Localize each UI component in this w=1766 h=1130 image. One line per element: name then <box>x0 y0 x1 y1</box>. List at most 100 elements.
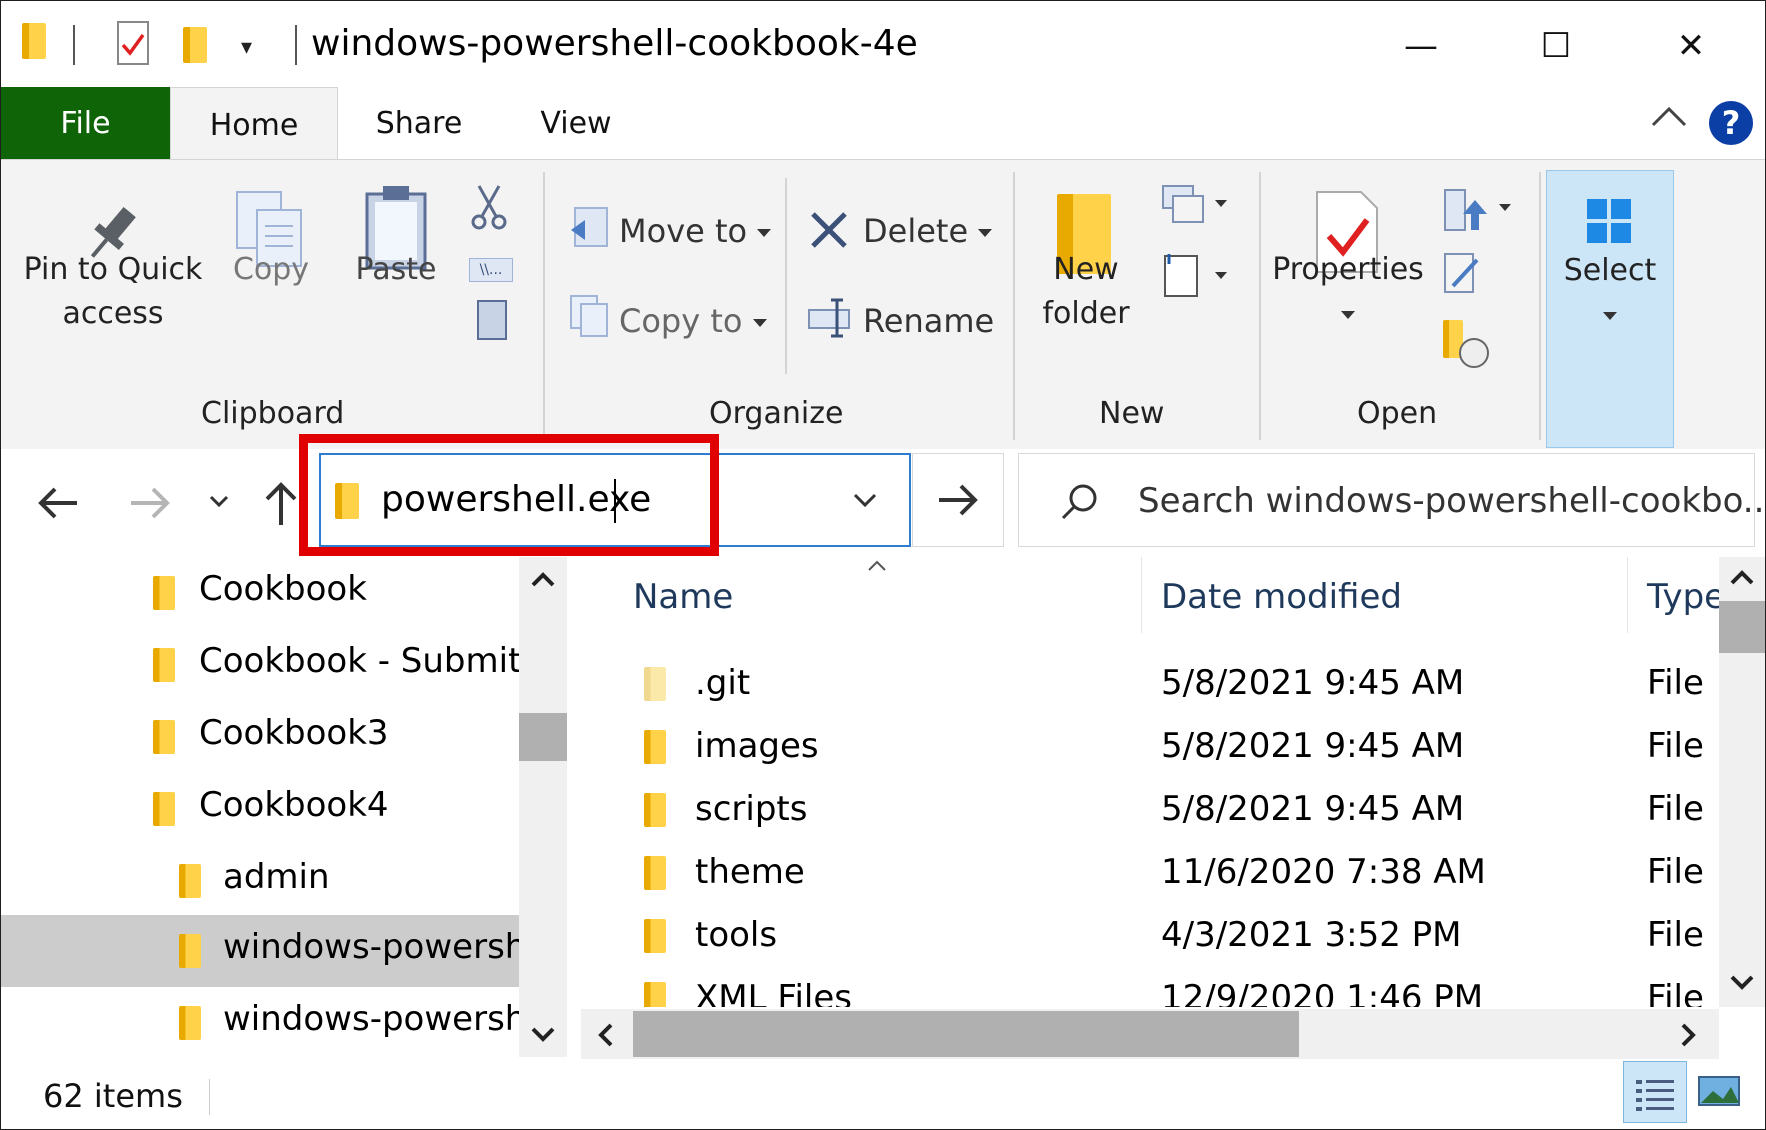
help-icon[interactable]: ? <box>1709 101 1753 145</box>
address-dropdown-icon[interactable] <box>851 491 879 511</box>
recent-locations-icon[interactable] <box>207 493 231 511</box>
file-date: 4/3/2021 3:52 PM <box>1161 915 1462 955</box>
scroll-up-icon[interactable] <box>529 569 557 589</box>
search-input[interactable]: Search windows-powershell-cookbo... <box>1138 481 1765 521</box>
tab-file[interactable]: File <box>1 87 170 159</box>
new-folder-quick-icon[interactable] <box>183 27 207 63</box>
cut-icon[interactable] <box>471 182 507 230</box>
file-list: Name Date modified Type .git 5/8/2021 9:… <box>577 557 1719 1007</box>
details-view-icon[interactable] <box>1623 1061 1687 1123</box>
clipboard-group-label: Clipboard <box>201 396 345 431</box>
separator <box>73 25 75 65</box>
up-icon[interactable] <box>263 481 299 527</box>
edit-icon[interactable] <box>1443 252 1483 296</box>
column-separator[interactable] <box>1141 557 1142 633</box>
nav-item-cookbook4[interactable]: Cookbook4 <box>1 773 521 845</box>
new-item-icon[interactable] <box>1161 184 1231 226</box>
arrow-right-icon <box>939 484 978 516</box>
status-bar <box>1 1059 1765 1129</box>
file-row[interactable]: scripts 5/8/2021 9:45 AM File <box>577 781 1719 844</box>
history-icon[interactable] <box>1443 320 1489 368</box>
nav-item-cookbook[interactable]: Cookbook <box>1 557 521 629</box>
file-row[interactable]: images 5/8/2021 9:45 AM File <box>577 718 1719 781</box>
file-name: XML Files <box>695 978 852 1007</box>
separator <box>295 25 297 65</box>
list-scroll-thumb[interactable] <box>1719 601 1765 653</box>
group-separator <box>1259 172 1261 440</box>
close-icon: ✕ <box>1676 26 1706 66</box>
file-date: 5/8/2021 9:45 AM <box>1161 789 1465 829</box>
scroll-right-icon[interactable] <box>1679 1021 1699 1049</box>
copy-to-button[interactable]: Copy to <box>619 302 767 340</box>
file-type: File <box>1647 663 1704 703</box>
new-folder-label-1: New <box>1053 252 1119 287</box>
nav-scroll-thumb[interactable] <box>519 713 567 761</box>
folder-icon <box>644 982 666 1007</box>
clock-icon <box>1459 338 1489 368</box>
rename-button[interactable]: Rename <box>863 302 994 340</box>
new-folder-button[interactable]: New folder <box>1031 248 1141 336</box>
item-count: 62 items <box>43 1077 183 1115</box>
file-type: File <box>1647 852 1704 892</box>
new-folder-label-2: folder <box>1042 296 1130 331</box>
open-icon[interactable] <box>1441 188 1517 234</box>
paste-button[interactable]: Paste <box>341 248 451 292</box>
nav-item-windows-powershell-selected[interactable]: windows-powershe <box>1 915 547 987</box>
tab-view[interactable]: View <box>526 87 626 159</box>
copy-path-icon[interactable]: \\... <box>469 258 513 282</box>
file-row[interactable]: .git 5/8/2021 9:45 AM File <box>577 655 1719 718</box>
file-type: File <box>1647 978 1704 1007</box>
pin-label-1: Pin to Quick <box>23 252 203 287</box>
pin-to-quick-access-button[interactable]: Pin to Quick access <box>15 248 211 336</box>
folder-icon <box>153 720 175 754</box>
large-icons-view-icon[interactable] <box>1697 1073 1741 1109</box>
scroll-down-icon[interactable] <box>529 1025 557 1045</box>
nav-item-windows-powershell[interactable]: windows-powershe <box>1 987 547 1057</box>
select-button[interactable]: Select <box>1546 170 1674 448</box>
file-row[interactable]: XML Files 12/9/2020 1:46 PM File <box>577 970 1719 1007</box>
minimize-icon: — <box>1404 26 1438 66</box>
scroll-down-icon[interactable] <box>1728 973 1756 993</box>
nav-item-label: Cookbook3 <box>199 713 389 753</box>
properties-label: Properties <box>1272 252 1424 287</box>
go-button[interactable] <box>912 453 1004 547</box>
nav-item-admin[interactable]: admin <box>1 845 521 917</box>
folder-icon <box>22 23 46 59</box>
properties-quick-icon[interactable] <box>117 21 149 65</box>
scroll-up-icon[interactable] <box>1728 567 1756 587</box>
forward-icon[interactable] <box>127 485 171 521</box>
maximize-button[interactable]: ☐ <box>1506 11 1606 81</box>
properties-button[interactable]: Properties <box>1271 248 1425 336</box>
column-header-type[interactable]: Type <box>1647 577 1719 617</box>
easy-access-icon[interactable] <box>1161 252 1231 300</box>
file-name: scripts <box>695 789 808 829</box>
explorer-window: ▾ windows-powershell-cookbook-4e — ☐ ✕ F… <box>0 0 1766 1130</box>
organize-group-label: Organize <box>709 396 844 431</box>
list-hscroll-thumb[interactable] <box>633 1011 1299 1057</box>
nav-item-cookbook3[interactable]: Cookbook3 <box>1 701 521 773</box>
file-name: images <box>695 726 819 766</box>
collapse-ribbon-icon[interactable] <box>1649 97 1689 137</box>
back-icon[interactable] <box>37 485 81 521</box>
copy-button[interactable]: Copy <box>221 248 321 292</box>
folder-icon <box>644 793 666 827</box>
file-row[interactable]: tools 4/3/2021 3:52 PM File <box>577 907 1719 970</box>
tab-home[interactable]: Home <box>170 87 338 162</box>
search-icon <box>1061 484 1097 520</box>
nav-scrollbar[interactable] <box>519 557 567 1057</box>
window-title: windows-powershell-cookbook-4e <box>311 23 918 64</box>
file-row[interactable]: theme 11/6/2020 7:38 AM File <box>577 844 1719 907</box>
column-header-name[interactable]: Name <box>633 577 733 617</box>
nav-item-cookbook-submit[interactable]: Cookbook - Submit <box>1 629 521 701</box>
move-to-button[interactable]: Move to <box>619 212 772 250</box>
close-button[interactable]: ✕ <box>1641 11 1741 81</box>
scroll-left-icon[interactable] <box>595 1021 615 1049</box>
tab-share[interactable]: Share <box>357 87 481 159</box>
move-to-icon <box>569 206 609 248</box>
minimize-button[interactable]: — <box>1371 11 1471 81</box>
column-header-date[interactable]: Date modified <box>1161 577 1402 617</box>
customize-quick-access-icon[interactable]: ▾ <box>241 35 252 60</box>
paste-shortcut-icon[interactable] <box>477 300 507 340</box>
delete-button[interactable]: Delete <box>863 212 993 250</box>
column-separator[interactable] <box>1627 557 1628 633</box>
